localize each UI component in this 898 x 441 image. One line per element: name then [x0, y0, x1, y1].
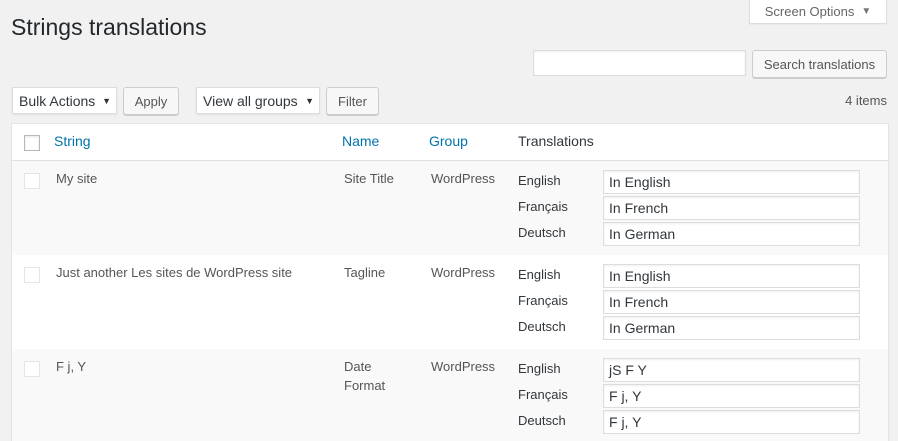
items-count: 4 items [845, 93, 887, 108]
bulk-actions-select[interactable]: Bulk Actions ▼ [12, 87, 117, 114]
translation-input[interactable]: In French [603, 290, 860, 314]
row-name: Tagline [344, 265, 386, 280]
lang-label: Français [518, 293, 568, 308]
apply-button[interactable]: Apply [123, 87, 179, 115]
translation-input[interactable]: F j, Y [603, 384, 860, 408]
row-checkbox[interactable] [24, 173, 40, 189]
lang-label: English [518, 267, 561, 282]
row-string: My site [56, 171, 98, 186]
row-string: Just another Les sites de WordPress site [56, 265, 293, 280]
triangle-down-icon: ▼ [861, 6, 872, 17]
search-input[interactable] [533, 50, 746, 76]
row-group: WordPress [431, 171, 496, 186]
select-all-checkbox[interactable] [24, 135, 40, 151]
translation-input[interactable]: In English [603, 264, 860, 288]
lang-label: English [518, 361, 561, 376]
row-name: Site Title [344, 171, 394, 186]
table-row: My site Site Title WordPress English In … [12, 161, 888, 255]
chevron-down-icon: ▼ [305, 95, 314, 106]
row-string: F j, Y [56, 359, 87, 374]
column-header-translations: Translations [518, 133, 594, 149]
group-filter-selected: View all groups [203, 92, 298, 109]
lang-label: Deutsch [518, 319, 566, 334]
strings-table: String Name Group Translations My site S… [11, 123, 889, 441]
row-checkbox[interactable] [24, 361, 40, 377]
translation-input[interactable]: In French [603, 196, 860, 220]
table-header: String Name Group Translations [12, 124, 888, 161]
translation-input[interactable]: In German [603, 222, 860, 246]
row-group: WordPress [431, 265, 496, 280]
row-name: Date Format [344, 359, 386, 393]
table-row: Just another Les sites de WordPress site… [12, 255, 888, 349]
page-title: Strings translations [11, 14, 207, 40]
column-header-group[interactable]: Group [429, 133, 468, 149]
screen-options-button[interactable]: Screen Options ▼ [749, 0, 887, 24]
translation-input[interactable]: F j, Y [603, 410, 860, 434]
translation-input[interactable]: In German [603, 316, 860, 340]
search-translations-button[interactable]: Search translations [752, 50, 887, 78]
lang-label: Français [518, 387, 568, 402]
table-row: F j, Y Date Format WordPress English jS … [12, 349, 888, 441]
chevron-down-icon: ▼ [102, 95, 111, 106]
lang-label: Français [518, 199, 568, 214]
page: Screen Options ▼ Strings translations Se… [0, 0, 898, 441]
row-checkbox[interactable] [24, 267, 40, 283]
lang-label: Deutsch [518, 225, 566, 240]
column-header-string[interactable]: String [54, 133, 91, 149]
filter-button[interactable]: Filter [326, 87, 379, 115]
screen-options-label: Screen Options [764, 4, 855, 19]
row-group: WordPress [431, 359, 496, 374]
lang-label: English [518, 173, 561, 188]
translation-input[interactable]: In English [603, 170, 860, 194]
translation-input[interactable]: jS F Y [603, 358, 860, 382]
group-filter-select[interactable]: View all groups ▼ [196, 87, 320, 114]
lang-label: Deutsch [518, 413, 566, 428]
bulk-actions-selected: Bulk Actions [19, 92, 96, 109]
column-header-name[interactable]: Name [342, 133, 379, 149]
